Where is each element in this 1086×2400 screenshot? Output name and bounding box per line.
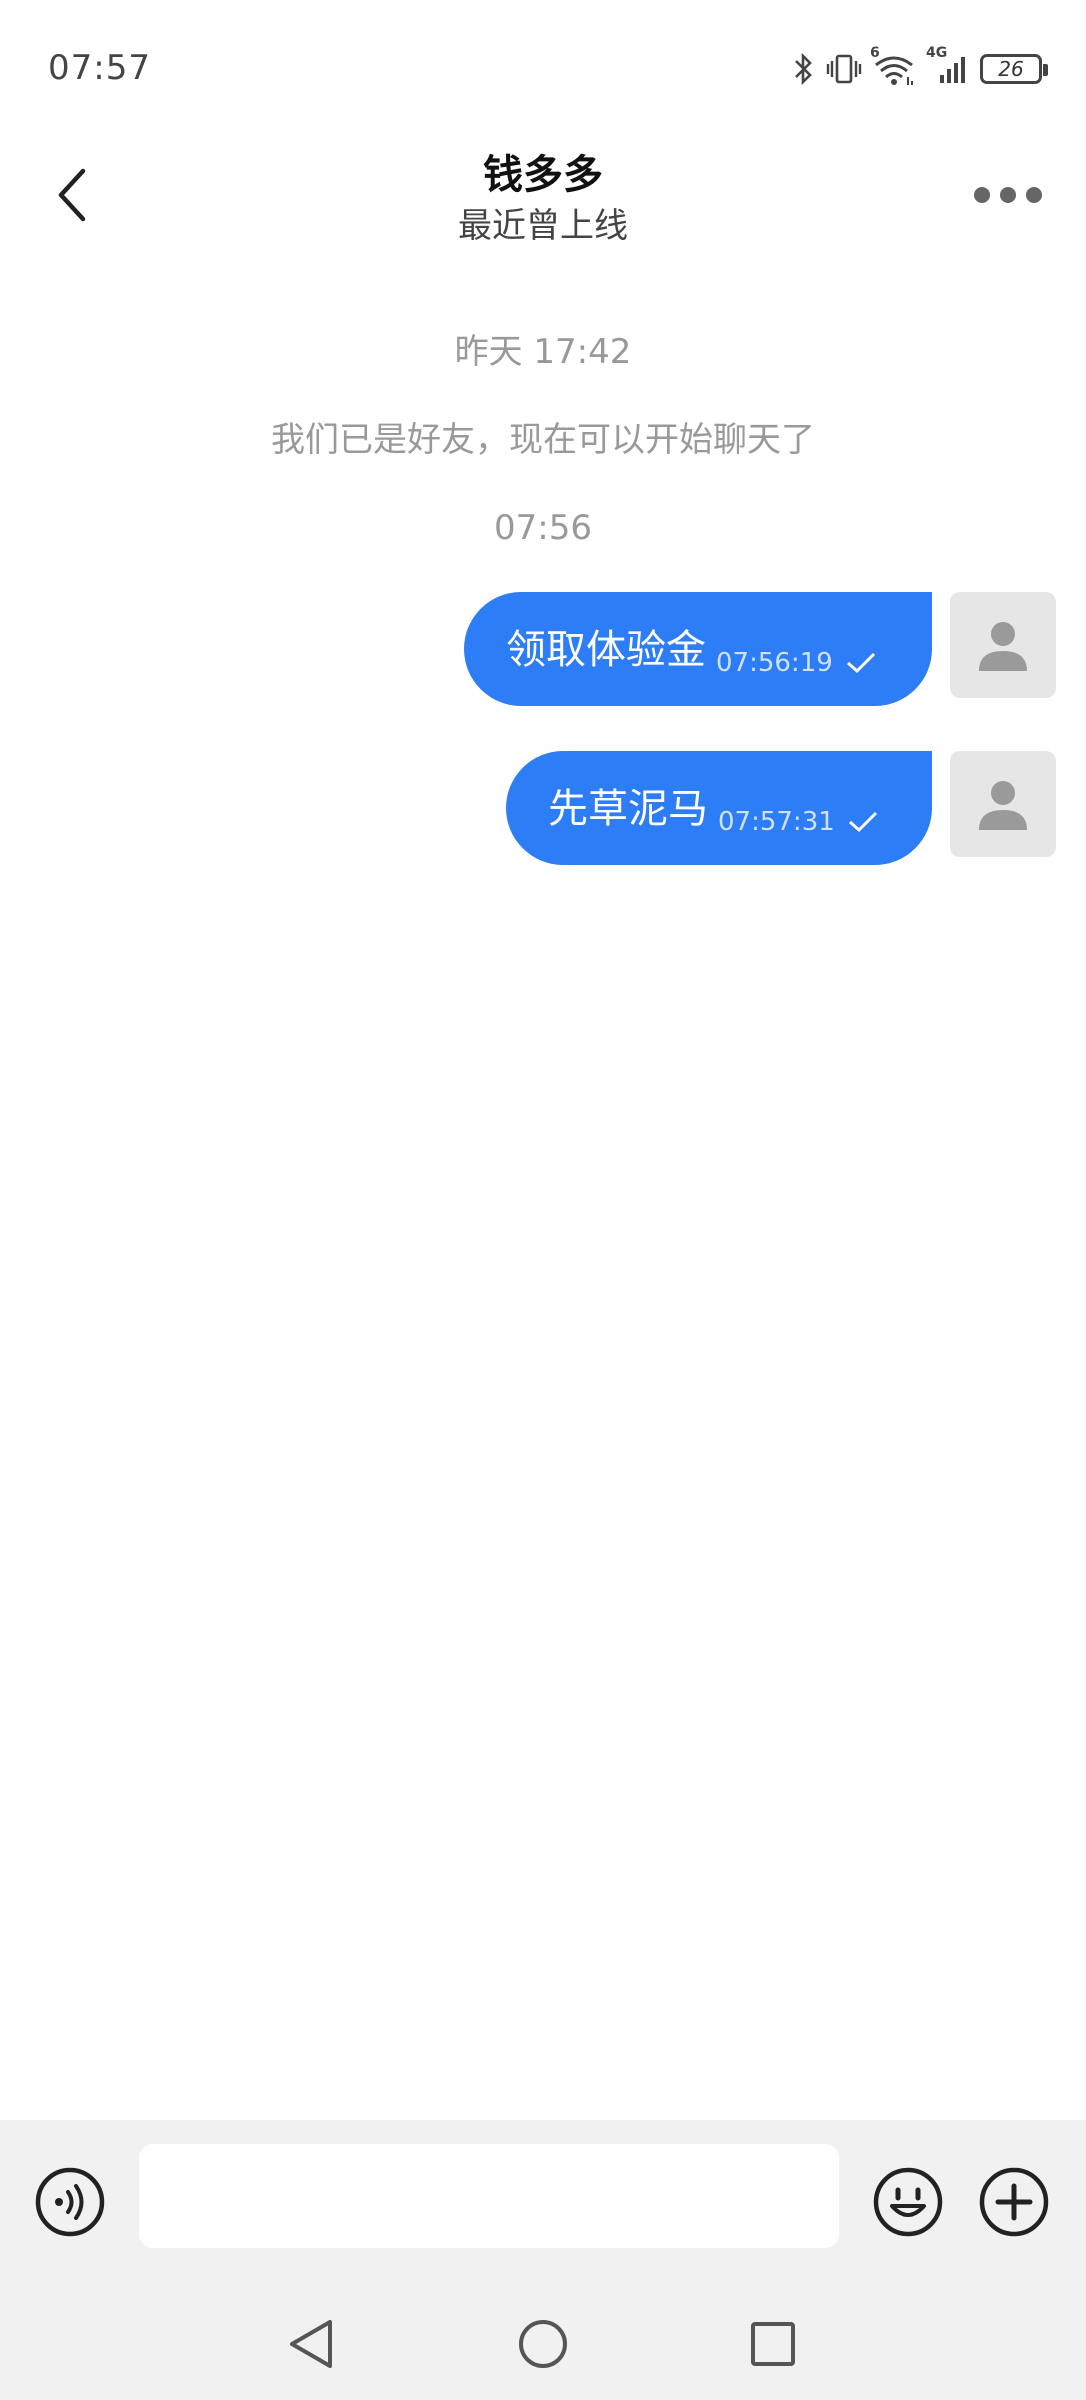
wifi-generation-label: 6 (870, 45, 880, 61)
nav-back-button[interactable] (284, 2314, 340, 2374)
user-icon (979, 781, 1027, 830)
date-divider: 昨天 17:42 (454, 332, 632, 372)
battery-level: 26 (998, 57, 1024, 81)
avatar[interactable] (950, 592, 1056, 698)
message-input-bar (0, 2120, 1086, 2286)
triangle-back-icon (290, 2320, 332, 2368)
more-actions-button[interactable] (978, 2166, 1050, 2238)
contact-status: 最近曾上线 (458, 206, 628, 246)
time-divider: 07:56 (494, 508, 592, 548)
wifi-icon: 6 (870, 45, 916, 87)
message-time: 07:56:19 (716, 648, 833, 678)
circle-home-icon (519, 2320, 567, 2368)
check-icon (846, 652, 875, 674)
cell-signal-icon: 4G (926, 45, 970, 87)
more-dot-icon (1000, 187, 1016, 203)
bluetooth-icon (792, 51, 816, 87)
battery-icon: 26 (980, 54, 1048, 84)
status-icons: 6 4G 26 (792, 44, 1048, 94)
check-icon (848, 811, 877, 833)
message-time: 07:57:31 (718, 807, 835, 837)
cell-generation-label: 4G (926, 45, 948, 61)
system-nav-bar (0, 2286, 1086, 2400)
message-meta: 07:56:19 (716, 648, 877, 678)
plus-icon (979, 2167, 1049, 2237)
user-icon (979, 622, 1027, 671)
message-row: 先草泥马 07:57:31 (506, 751, 1056, 865)
chat-header: 钱多多 最近曾上线 (0, 130, 1086, 260)
square-recents-icon (751, 2322, 795, 2366)
message-meta: 07:57:31 (718, 807, 879, 837)
contact-name: 钱多多 (483, 152, 603, 198)
more-options-button[interactable] (968, 170, 1048, 220)
status-bar: 07:57 6 4G 26 (0, 0, 1086, 140)
avatar[interactable] (950, 751, 1056, 857)
voice-icon (35, 2167, 105, 2237)
nav-recents-button[interactable] (745, 2314, 801, 2374)
message-row: 领取体验金 07:56:19 (464, 592, 1056, 706)
message-bubble[interactable]: 先草泥马 07:57:31 (506, 751, 932, 865)
voice-input-button[interactable] (34, 2166, 106, 2238)
message-input[interactable] (139, 2144, 839, 2248)
message-bubble[interactable]: 领取体验金 07:56:19 (464, 592, 932, 706)
message-text: 先草泥马 (548, 786, 708, 832)
status-time: 07:57 (48, 48, 151, 88)
more-dot-icon (1026, 187, 1042, 203)
system-note: 我们已是好友，现在可以开始聊天了 (271, 420, 815, 460)
message-text: 领取体验金 (506, 627, 706, 673)
smiley-icon (873, 2167, 943, 2237)
emoji-button[interactable] (872, 2166, 944, 2238)
nav-home-button[interactable] (515, 2314, 571, 2374)
more-dot-icon (974, 187, 990, 203)
vibrate-icon (826, 51, 862, 87)
